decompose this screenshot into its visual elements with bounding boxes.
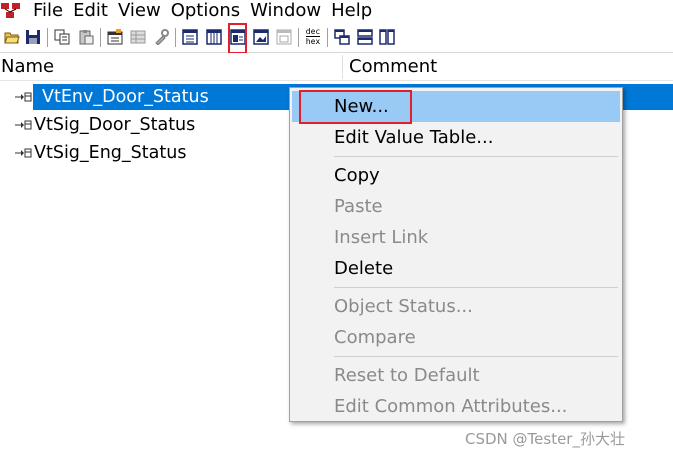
toolbar-separator bbox=[175, 28, 176, 47]
menu-item-edit-common-attributes[interactable]: Edit Common Attributes... bbox=[292, 391, 620, 422]
paste-icon[interactable] bbox=[78, 29, 94, 45]
grid-view-icon[interactable] bbox=[130, 29, 146, 45]
cascade-windows-icon[interactable] bbox=[334, 29, 350, 45]
toolbar-separator bbox=[47, 28, 48, 47]
columns-view-icon[interactable] bbox=[206, 29, 222, 45]
properties-icon[interactable] bbox=[107, 29, 123, 45]
watermark: CSDN @Tester_孙大壮 bbox=[465, 430, 625, 448]
menu-item-paste[interactable]: Paste bbox=[292, 191, 620, 222]
toolbar-separator bbox=[327, 28, 328, 47]
menu-item-reset-to-default[interactable]: Reset to Default bbox=[292, 360, 620, 391]
toolbar-separator bbox=[100, 28, 101, 47]
list-item-label: VtSig_Eng_Status bbox=[34, 143, 187, 163]
context-menu: New... Edit Value Table... Copy Paste In… bbox=[289, 87, 623, 422]
open-icon[interactable] bbox=[4, 29, 20, 45]
menu-separator bbox=[334, 156, 618, 157]
menu-item-compare[interactable]: Compare bbox=[292, 322, 620, 353]
menu-bar: File Edit View Options Window Help bbox=[0, 0, 673, 22]
menu-highlight-box bbox=[299, 90, 412, 124]
tile-vertical-icon[interactable] bbox=[379, 29, 395, 45]
disabled-view-icon[interactable] bbox=[276, 29, 292, 45]
app-icon bbox=[1, 3, 20, 18]
menu-help[interactable]: Help bbox=[326, 0, 377, 22]
menu-item-insert-link[interactable]: Insert Link bbox=[292, 222, 620, 253]
menu-separator bbox=[334, 356, 618, 357]
menu-view[interactable]: View bbox=[113, 0, 166, 22]
menu-file[interactable]: File bbox=[28, 0, 68, 22]
toolbar-highlight-box bbox=[228, 23, 247, 54]
value-table-icon bbox=[15, 120, 32, 130]
tile-horizontal-icon[interactable] bbox=[357, 29, 373, 45]
menu-edit[interactable]: Edit bbox=[68, 0, 113, 22]
value-table-icon bbox=[15, 92, 32, 102]
list-header: Name Comment bbox=[0, 53, 673, 81]
tool-icon[interactable] bbox=[153, 29, 169, 45]
toolbar: dec hex bbox=[0, 23, 673, 54]
save-icon[interactable] bbox=[25, 29, 41, 45]
menu-options[interactable]: Options bbox=[166, 0, 245, 22]
image-view-icon[interactable] bbox=[253, 29, 269, 45]
column-header-comment[interactable]: Comment bbox=[349, 53, 437, 80]
menu-item-copy[interactable]: Copy bbox=[292, 160, 620, 191]
column-divider[interactable] bbox=[342, 55, 343, 79]
copy-icon[interactable] bbox=[54, 29, 70, 45]
menu-separator bbox=[334, 287, 618, 288]
menu-item-edit-value-table[interactable]: Edit Value Table... bbox=[292, 122, 620, 153]
menu-item-delete[interactable]: Delete bbox=[292, 253, 620, 284]
list-item-label: VtEnv_Door_Status bbox=[42, 87, 209, 107]
toolbar-separator bbox=[298, 28, 299, 47]
column-header-name[interactable]: Name bbox=[1, 53, 54, 80]
value-table-icon bbox=[15, 148, 32, 158]
menu-item-object-status[interactable]: Object Status... bbox=[292, 291, 620, 322]
table-view-icon[interactable] bbox=[182, 29, 198, 45]
menu-window[interactable]: Window bbox=[245, 0, 326, 22]
list-item-label: VtSig_Door_Status bbox=[34, 115, 196, 135]
dec-hex-icon[interactable]: dec hex bbox=[304, 27, 322, 49]
